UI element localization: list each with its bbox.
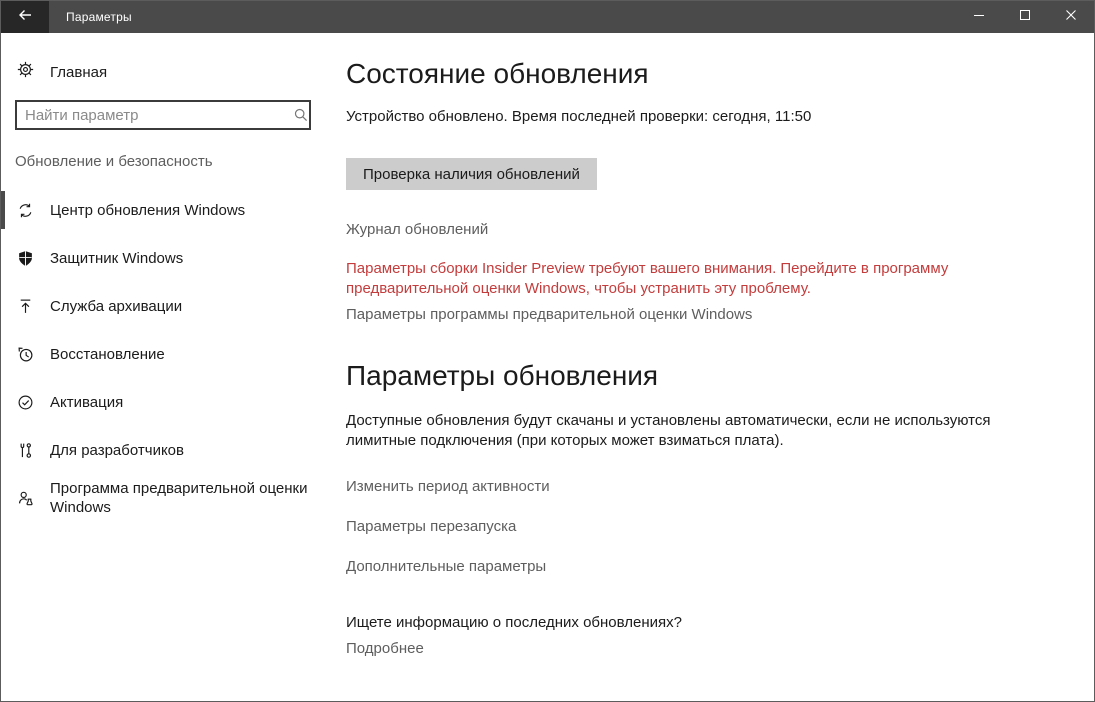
search-icon[interactable] (293, 107, 309, 128)
sidebar-item-windows-update[interactable]: Центр обновления Windows (1, 186, 331, 234)
activation-check-icon (17, 394, 34, 411)
minimize-button[interactable] (956, 1, 1002, 33)
settings-window: Параметры Главная (0, 0, 1095, 702)
minimize-icon (973, 8, 985, 26)
sidebar-group-label: Обновление и безопасность (15, 154, 331, 170)
sidebar-item-insider-program[interactable]: Программа предварительной оценки Windows (1, 474, 331, 522)
check-updates-button[interactable]: Проверка наличия обновлений (346, 158, 597, 190)
insider-warning-text[interactable]: Параметры сборки Insider Preview требуют… (346, 259, 966, 299)
close-button[interactable] (1048, 1, 1094, 33)
sidebar-item-label: Активация (50, 393, 315, 412)
sidebar-item-recovery[interactable]: Восстановление (1, 330, 331, 378)
update-status-text: Устройство обновлено. Время последней пр… (346, 107, 1064, 127)
main-content: Состояние обновления Устройство обновлен… (331, 33, 1094, 701)
sidebar-item-activation[interactable]: Активация (1, 378, 331, 426)
sidebar: Главная Обновление и безопасность (1, 33, 331, 701)
backup-upload-icon (17, 298, 34, 315)
window-title: Параметры (66, 1, 132, 33)
back-arrow-icon (17, 7, 33, 28)
learn-more-link[interactable]: Подробнее (346, 639, 424, 659)
restart-options-link[interactable]: Параметры перезапуска (346, 517, 516, 537)
update-options-heading: Параметры обновления (346, 359, 1064, 393)
search-input[interactable] (15, 100, 311, 130)
update-options-description: Доступные обновления будут скачаны и уст… (346, 411, 1064, 451)
close-icon (1065, 8, 1077, 26)
shield-icon (17, 250, 34, 267)
titlebar-drag-area (132, 1, 956, 33)
insider-settings-link[interactable]: Параметры программы предварительной оцен… (346, 305, 752, 325)
sidebar-item-home[interactable]: Главная (17, 58, 331, 86)
developer-tools-icon (17, 442, 34, 459)
sidebar-item-label: Служба архивации (50, 297, 315, 316)
search-box (15, 100, 317, 130)
gear-icon (17, 61, 34, 83)
update-status-heading: Состояние обновления (346, 57, 1064, 91)
sidebar-item-label: Программа предварительной оценки Windows (50, 479, 315, 517)
maximize-button[interactable] (1002, 1, 1048, 33)
sidebar-item-label: Для разработчиков (50, 441, 315, 460)
info-question-text: Ищете информацию о последних обновлениях… (346, 613, 1064, 633)
maximize-icon (1019, 8, 1031, 26)
sync-icon (17, 202, 34, 219)
sidebar-item-label: Защитник Windows (50, 249, 315, 268)
sidebar-nav: Центр обновления Windows Защитник Window… (1, 186, 331, 522)
advanced-options-link[interactable]: Дополнительные параметры (346, 557, 546, 577)
update-history-link[interactable]: Журнал обновлений (346, 220, 488, 240)
recovery-clock-icon (17, 346, 34, 363)
sidebar-item-backup[interactable]: Служба архивации (1, 282, 331, 330)
insider-person-icon (17, 490, 34, 507)
sidebar-item-windows-defender[interactable]: Защитник Windows (1, 234, 331, 282)
active-hours-link[interactable]: Изменить период активности (346, 477, 550, 497)
back-button[interactable] (1, 1, 49, 33)
sidebar-home-label: Главная (50, 64, 107, 81)
sidebar-item-label: Центр обновления Windows (50, 201, 315, 220)
titlebar: Параметры (1, 1, 1094, 33)
sidebar-item-label: Восстановление (50, 345, 315, 364)
sidebar-item-developers[interactable]: Для разработчиков (1, 426, 331, 474)
